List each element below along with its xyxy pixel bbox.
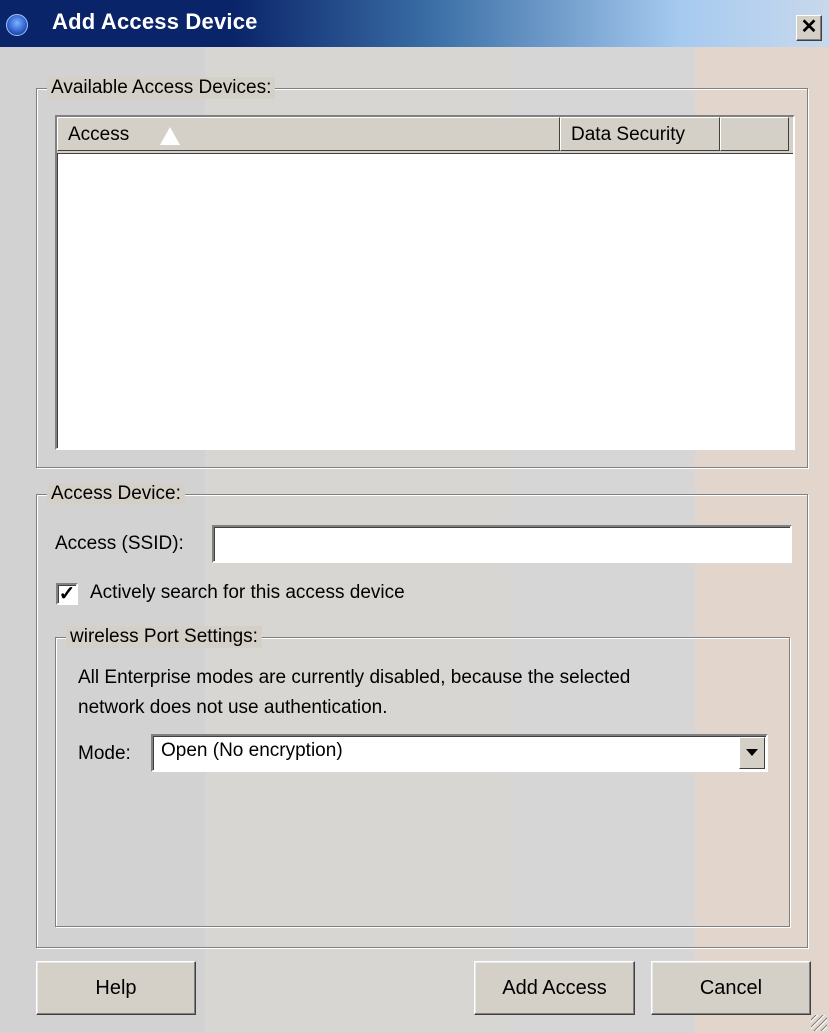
chevron-down-icon [746, 749, 758, 756]
title-bar[interactable]: Add Access Device ✕ [0, 0, 829, 47]
access-devices-list[interactable]: Access Data Security [55, 115, 795, 450]
mode-label: Mode: [78, 743, 131, 764]
mode-select[interactable]: Open (No encryption) [151, 734, 768, 772]
access-device-label: Access Device: [47, 483, 185, 505]
resize-grip-icon[interactable] [811, 1015, 827, 1031]
column-header-extra[interactable] [720, 117, 789, 151]
wireless-port-settings-label: wireless Port Settings: [66, 626, 262, 648]
column-access-label: Access [68, 124, 130, 145]
enterprise-note-line1: All Enterprise modes are currently disab… [78, 667, 631, 688]
close-button[interactable]: ✕ [796, 15, 822, 41]
list-header: Access Data Security [57, 117, 793, 154]
cancel-button[interactable]: Cancel [651, 961, 811, 1015]
sort-ascending-icon [160, 127, 180, 145]
ssid-label: Access (SSID): [55, 533, 184, 554]
app-globe-icon [6, 14, 28, 36]
ssid-input[interactable] [212, 525, 792, 563]
close-icon: ✕ [800, 16, 818, 38]
active-search-checkbox[interactable]: ✓ [56, 583, 78, 605]
column-header-data-security[interactable]: Data Security [560, 117, 720, 151]
column-data-security-label: Data Security [571, 124, 686, 145]
add-access-button[interactable]: Add Access [474, 961, 635, 1015]
active-search-label[interactable]: Actively search for this access device [90, 581, 405, 605]
checkmark-icon: ✓ [58, 583, 76, 605]
help-button[interactable]: Help [36, 961, 196, 1015]
mode-dropdown-button[interactable] [739, 737, 765, 769]
mode-value: Open (No encryption) [161, 740, 343, 761]
column-header-access[interactable]: Access [57, 117, 560, 151]
available-devices-label: Available Access Devices: [47, 77, 276, 99]
window-title: Add Access Device [52, 9, 258, 34]
enterprise-note-line2: network does not use authentication. [78, 697, 388, 718]
